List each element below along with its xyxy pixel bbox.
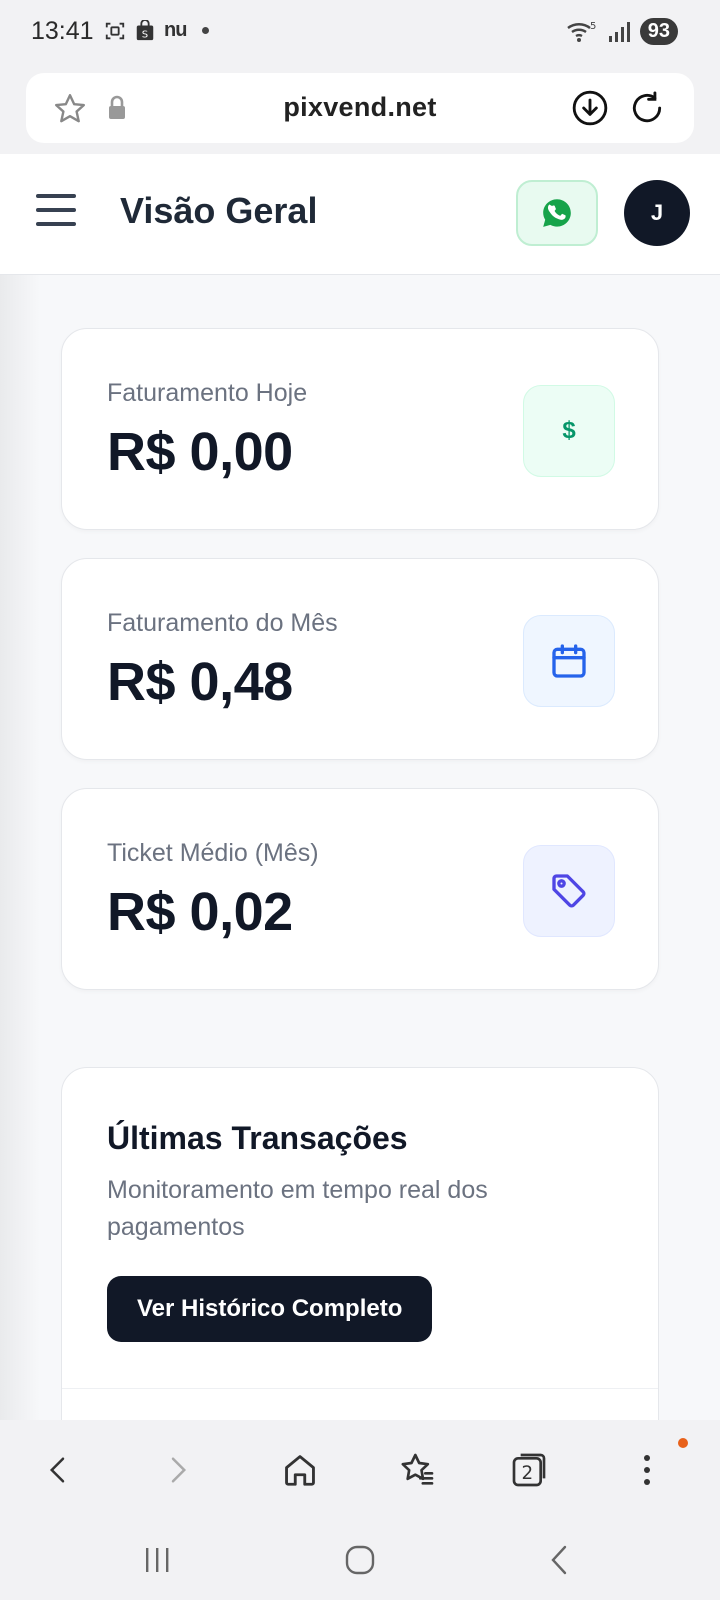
view-history-button[interactable]: Ver Histórico Completo: [107, 1276, 433, 1342]
browser-bottom-bar: 2: [0, 1420, 720, 1520]
wifi-icon: 5: [567, 21, 596, 42]
home-circle-icon[interactable]: [340, 1540, 380, 1580]
back-chevron-icon[interactable]: [540, 1540, 580, 1580]
forward-icon[interactable]: [153, 1445, 203, 1495]
tabs-count: 2: [521, 1463, 533, 1484]
transactions-card: Últimas Transações Monitoramento em temp…: [61, 1067, 659, 1447]
stat-card-month: Faturamento do Mês R$ 0,48: [61, 558, 659, 760]
tag-icon: [523, 845, 615, 937]
download-icon[interactable]: [571, 89, 609, 127]
status-right-icons: 5 93: [566, 18, 678, 45]
signal-icon: [608, 21, 630, 42]
page-title: Visão Geral: [120, 190, 318, 231]
system-nav-bar: [0, 1520, 720, 1600]
whatsapp-button[interactable]: [516, 180, 598, 246]
dollar-glyph: $: [562, 417, 576, 444]
screenshot-icon: [105, 22, 125, 39]
nubank-badge: nu: [164, 19, 187, 41]
calendar-icon: [523, 615, 615, 707]
reload-icon[interactable]: [628, 89, 666, 127]
app-header: Visão Geral J: [0, 154, 720, 275]
bookmarks-icon[interactable]: [392, 1445, 442, 1495]
shopping-bag-icon: S: [136, 19, 154, 40]
browser-toolbar: pixvend.net: [0, 66, 720, 154]
tabs-icon[interactable]: 2: [504, 1445, 554, 1495]
home-icon[interactable]: [275, 1445, 325, 1495]
stat-card-ticket: Ticket Médio (Mês) R$ 0,02: [61, 788, 659, 990]
stat-card-today: Faturamento Hoje R$ 0,00 $: [61, 328, 659, 530]
status-bar: 13:41 S nu 5 93: [0, 0, 720, 66]
stat-value: R$ 0,02: [107, 882, 293, 942]
avatar[interactable]: J: [624, 180, 690, 246]
stat-label: Ticket Médio (Mês): [107, 839, 319, 867]
recents-icon[interactable]: [138, 1540, 178, 1580]
status-left-icons: S nu: [104, 19, 210, 42]
stat-value: R$ 0,00: [107, 422, 293, 482]
back-icon[interactable]: [33, 1445, 83, 1495]
wifi-badge: 5: [590, 21, 596, 32]
transactions-subtitle: Monitoramento em tempo real dos pagament…: [107, 1176, 488, 1241]
battery-icon: 93: [639, 18, 678, 45]
whatsapp-icon: [543, 199, 571, 227]
status-time: 13:41: [31, 17, 94, 45]
stat-value: R$ 0,48: [107, 652, 293, 712]
stat-label: Faturamento Hoje: [107, 379, 308, 407]
address-bar[interactable]: pixvend.net: [26, 73, 694, 143]
notification-dot: [202, 27, 210, 34]
more-icon[interactable]: [622, 1445, 672, 1495]
divider: [62, 1388, 658, 1389]
svg-text:S: S: [142, 29, 148, 40]
stat-label: Faturamento do Mês: [107, 609, 338, 637]
menu-icon[interactable]: [36, 194, 76, 228]
transactions-title: Últimas Transações: [107, 1120, 408, 1156]
dollar-icon: $: [523, 385, 615, 477]
notification-badge: [678, 1438, 688, 1448]
